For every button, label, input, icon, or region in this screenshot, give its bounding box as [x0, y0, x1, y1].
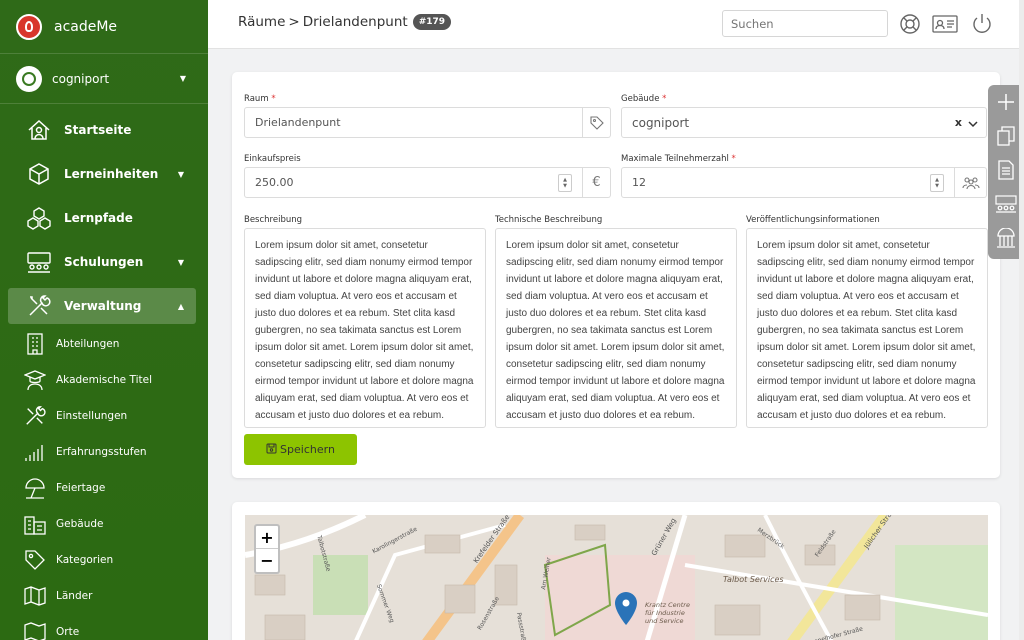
id-card-icon[interactable] [932, 12, 958, 36]
home-icon [26, 118, 52, 142]
sub-item-label: Länder [56, 590, 93, 602]
sub-item-label: Feiertage [56, 482, 106, 494]
map-view[interactable]: Karolingerstraße Krefelder Straße Grüner… [245, 515, 988, 640]
nav-label: Verwaltung [64, 299, 142, 313]
zoom-out-button[interactable]: − [256, 549, 278, 572]
publication-info-label: Veröffentlichungsinformationen [746, 215, 880, 225]
save-label: Speichern [280, 443, 335, 456]
sub-item-label: Gebäude [56, 518, 104, 530]
room-form-card: Raum * Drielandenpunt Gebäude * cognipor… [232, 72, 1000, 478]
save-icon [266, 443, 277, 457]
tenant-switcher[interactable]: cogniport ▼ [0, 54, 208, 104]
sub-item-label: Akademische Titel [56, 374, 152, 386]
sub-item-abteilungen[interactable]: Abteilungen [0, 326, 208, 362]
max-participants-input[interactable]: 12 ▲ ▼ [621, 167, 955, 198]
cubes-icon [26, 206, 52, 230]
umbrella-icon [24, 477, 46, 499]
top-bar: Räume > Drielandenpunt #179 [208, 0, 1024, 49]
cube-icon [26, 162, 52, 186]
building-icon [24, 333, 46, 355]
building-label: Gebäude * [621, 94, 667, 104]
price-input[interactable]: 250.00 ▲ ▼ [244, 167, 583, 198]
group-icon [955, 167, 987, 198]
classroom-icon [26, 250, 52, 274]
sub-item-label: Einstellungen [56, 410, 128, 422]
price-label: Einkaufspreis [244, 154, 301, 164]
tag-icon [24, 549, 46, 571]
map-icon [24, 621, 46, 640]
save-button[interactable]: Speichern [244, 434, 357, 465]
number-stepper[interactable]: ▲ ▼ [930, 174, 944, 192]
nav-label: Schulungen [64, 255, 144, 269]
search-input[interactable] [722, 10, 888, 37]
nav-item-lerneinheiten[interactable]: Lerneinheiten ▼ [8, 156, 196, 192]
tenant-name: cogniport [52, 71, 110, 86]
page-scrollbar[interactable] [1019, 0, 1024, 640]
max-participants-label: Maximale Teilnehmerzahl * [621, 154, 736, 164]
sub-item-einstellungen[interactable]: Einstellungen [0, 398, 208, 434]
map-card: Karolingerstraße Krefelder Straße Grüner… [232, 502, 1000, 640]
tools-icon [26, 294, 52, 318]
levels-icon [24, 441, 46, 463]
sub-item-kategorien[interactable]: Kategorien [0, 542, 208, 578]
main-nav: Startseite Lerneinheiten ▼ Lernpfade Sch… [0, 104, 208, 324]
sub-nav: Abteilungen Akademische Titel Einstellun… [0, 326, 208, 640]
nav-label: Startseite [64, 123, 132, 137]
brand-title: acadeMe [54, 18, 118, 35]
nav-item-lernpfade[interactable]: Lernpfade [8, 200, 196, 236]
chevron-down-icon: ▼ [177, 257, 184, 267]
nav-label: Lerneinheiten [64, 167, 159, 181]
sub-item-orte[interactable]: Orte [0, 614, 208, 640]
tenant-logo-icon [16, 65, 42, 92]
id-badge: #179 [412, 14, 452, 30]
nav-item-schulungen[interactable]: Schulungen ▼ [8, 244, 196, 280]
nav-item-verwaltung[interactable]: Verwaltung ▲ [8, 288, 196, 324]
breadcrumb-current: Drielandenpunt [302, 14, 408, 30]
sub-item-label: Erfahrungsstufen [56, 446, 147, 458]
description-label: Beschreibung [244, 215, 303, 225]
room-label: Raum * [244, 94, 276, 104]
chevron-down-icon: ▼ [177, 169, 184, 179]
sub-item-gebaeude[interactable]: Gebäude [0, 506, 208, 542]
bulb-logo-icon [16, 13, 42, 40]
buildings-icon [24, 513, 46, 535]
map-zoom-control: + − [254, 524, 280, 574]
breadcrumb-root[interactable]: Räume [238, 14, 285, 30]
technical-description-textarea[interactable]: Lorem ipsum dolor sit amet, consetetur s… [495, 228, 737, 428]
zoom-in-button[interactable]: + [256, 526, 278, 549]
chevron-up-icon: ▲ [177, 301, 184, 311]
nav-item-startseite[interactable]: Startseite [8, 112, 196, 148]
tools-icon [24, 405, 46, 427]
description-textarea[interactable]: Lorem ipsum dolor sit amet, consetetur s… [244, 228, 486, 428]
clear-icon[interactable]: x [955, 116, 962, 129]
sub-item-erfahrungsstufen[interactable]: Erfahrungsstufen [0, 434, 208, 470]
brand[interactable]: acadeMe [0, 0, 208, 54]
map-place-label: Krantz Centre für Industrie und Service [645, 601, 690, 625]
euro-icon: € [583, 167, 611, 198]
room-input[interactable]: Drielandenpunt [244, 107, 583, 138]
map-icon [24, 585, 46, 607]
sub-item-akademische-titel[interactable]: Akademische Titel [0, 362, 208, 398]
technical-description-label: Technische Beschreibung [495, 215, 603, 225]
tag-icon[interactable] [583, 107, 611, 138]
sidebar: acadeMe cogniport ▼ Startseite Lerneinhe… [0, 0, 208, 640]
chevron-down-icon[interactable] [968, 117, 978, 131]
nav-label: Lernpfade [64, 211, 133, 225]
breadcrumb: Räume > Drielandenpunt #179 [238, 14, 452, 30]
map-place-label: Talbot Services [723, 575, 784, 584]
building-select[interactable]: cogniport x [621, 107, 987, 138]
lifebuoy-icon[interactable] [898, 12, 922, 36]
publication-info-textarea[interactable]: Lorem ipsum dolor sit amet, consetetur s… [746, 228, 988, 428]
number-stepper[interactable]: ▲ ▼ [558, 174, 572, 192]
sub-item-feiertage[interactable]: Feiertage [0, 470, 208, 506]
sub-item-laender[interactable]: Länder [0, 578, 208, 614]
breadcrumb-separator: > [288, 14, 300, 30]
graduate-icon [24, 369, 46, 391]
sub-item-label: Kategorien [56, 554, 114, 566]
chevron-down-icon: ▼ [179, 74, 186, 83]
sub-item-label: Orte [56, 626, 80, 638]
power-icon[interactable] [970, 12, 994, 36]
sub-item-label: Abteilungen [56, 338, 120, 350]
